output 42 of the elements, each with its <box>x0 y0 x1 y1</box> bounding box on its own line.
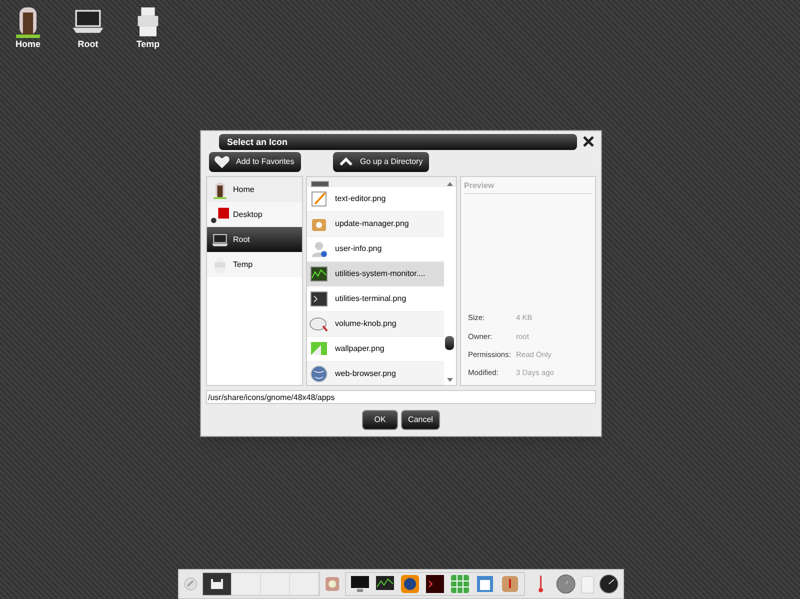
scrollbar-thumb[interactable] <box>445 336 454 350</box>
pencil-icon <box>309 189 329 210</box>
desktop-icon-label[interactable]: Root <box>78 38 98 52</box>
file-item[interactable]: volume-knob.png <box>307 312 444 338</box>
monitor-icon[interactable] <box>350 575 370 593</box>
workspace-tile[interactable] <box>290 573 320 595</box>
cancel-button[interactable]: Cancel <box>401 410 440 430</box>
file-item[interactable]: utilities-system-monitor.... <box>307 262 444 288</box>
door-icon <box>211 180 229 199</box>
up-directory-button[interactable]: Go up a Directory <box>333 152 429 172</box>
scroll-down-icon[interactable] <box>447 378 453 382</box>
monitor-icon <box>309 264 329 284</box>
close-icon[interactable] <box>582 135 595 148</box>
place-item[interactable]: Desktop <box>207 202 302 228</box>
path-field[interactable]: /usr/share/icons/gnome/48x48/apps <box>206 390 596 404</box>
favorites-button[interactable]: Add to Favorites <box>209 152 301 172</box>
chart-icon[interactable] <box>374 575 395 593</box>
file-icon <box>311 181 329 188</box>
file-item[interactable]: web-browser.png <box>307 362 444 386</box>
place-item[interactable]: Temp <box>207 252 302 278</box>
user-icon <box>309 239 329 260</box>
desktop-icon <box>211 206 229 224</box>
window-title: Select an Icon <box>219 134 577 150</box>
workspace-tile[interactable] <box>232 573 262 595</box>
terminal-icon <box>309 289 329 310</box>
ok-button[interactable]: OK <box>362 410 398 430</box>
music-icon[interactable] <box>500 574 520 594</box>
globe-icon <box>309 364 329 384</box>
place-item[interactable]: Root <box>207 227 302 252</box>
globe-icon[interactable] <box>400 574 420 594</box>
place-item[interactable]: Home <box>207 177 302 202</box>
grid-icon[interactable] <box>450 574 470 594</box>
document-icon[interactable] <box>474 574 495 594</box>
terminal-icon[interactable] <box>424 574 445 594</box>
workspace-tile[interactable] <box>203 573 232 595</box>
desktop-icon-label[interactable]: Home <box>15 38 40 52</box>
preview-title: Preview <box>464 180 592 194</box>
scroll-up-icon[interactable] <box>447 182 453 186</box>
workspace-tile[interactable] <box>261 573 290 595</box>
file-item[interactable]: update-manager.png <box>307 212 444 238</box>
desktop-icon-label[interactable]: Temp <box>136 38 160 52</box>
window-icon <box>211 579 224 589</box>
